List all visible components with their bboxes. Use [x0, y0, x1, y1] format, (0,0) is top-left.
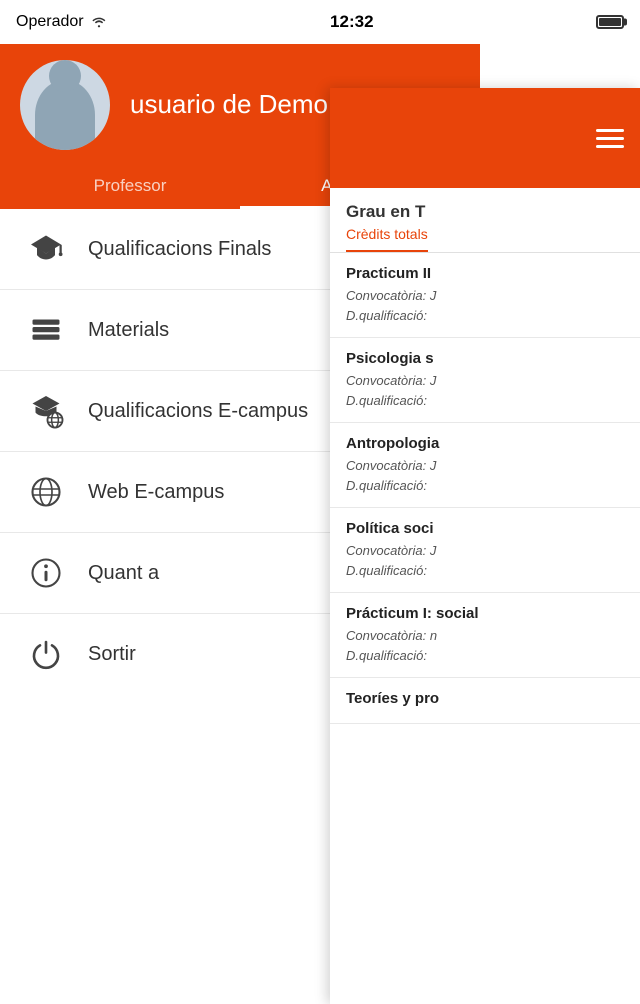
- info-circle-icon: [24, 551, 68, 595]
- panel-subtitle: Crèdits totals: [346, 226, 428, 252]
- course-convocatoria: Convocatòria: n: [346, 626, 624, 646]
- course-convocatoria: Convocatòria: J: [346, 371, 624, 391]
- course-item-practicum-ii[interactable]: Practicum II Convocatòria: J D.qualifica…: [330, 253, 640, 338]
- course-name: Prácticum I: social: [346, 605, 624, 622]
- course-name: Teoríes y pro: [346, 690, 624, 707]
- sortir-label: Sortir: [88, 643, 136, 666]
- course-dqualificacio: D.qualificació:: [346, 476, 624, 496]
- course-item-politica[interactable]: Política soci Convocatòria: J D.qualific…: [330, 508, 640, 593]
- books-icon: [24, 308, 68, 352]
- graduation-globe-icon: [24, 389, 68, 433]
- wifi-icon: [90, 14, 108, 31]
- avatar: [20, 60, 110, 150]
- operator-label: Operador: [16, 13, 84, 31]
- status-left: Operador: [16, 13, 108, 31]
- course-convocatoria: Convocatòria: J: [346, 456, 624, 476]
- battery-icon: [596, 15, 624, 29]
- course-dqualificacio: D.qualificació:: [346, 306, 624, 326]
- right-panel: Grau en T Crèdits totals Practicum II Co…: [330, 88, 640, 1004]
- panel-title: Grau en T: [346, 202, 624, 222]
- course-dqualificacio: D.qualificació:: [346, 391, 624, 411]
- user-name: usuario de Demo: [130, 89, 328, 120]
- course-name: Política soci: [346, 520, 624, 537]
- course-name: Antropologia: [346, 435, 624, 452]
- course-convocatoria: Convocatòria: J: [346, 541, 624, 561]
- quant-a-label: Quant a: [88, 562, 159, 585]
- course-name: Practicum II: [346, 265, 624, 282]
- status-bar: Operador 12:32: [0, 0, 640, 44]
- hamburger-menu-button[interactable]: [596, 129, 624, 148]
- status-right: [596, 15, 624, 29]
- course-dqualificacio: D.qualificació:: [346, 646, 624, 666]
- panel-title-section: Grau en T Crèdits totals: [330, 188, 640, 253]
- course-name: Psicologia s: [346, 350, 624, 367]
- course-item-psicologia[interactable]: Psicologia s Convocatòria: J D.qualifica…: [330, 338, 640, 423]
- right-panel-content: Grau en T Crèdits totals Practicum II Co…: [330, 188, 640, 1004]
- qualificacions-ecampus-label: Qualificacions E-campus: [88, 400, 308, 423]
- qualificacions-finals-label: Qualificacions Finals: [88, 238, 271, 261]
- tab-professor[interactable]: Professor: [20, 166, 240, 209]
- graduation-cap-icon: [24, 227, 68, 271]
- course-item-antropologia[interactable]: Antropologia Convocatòria: J D.qualifica…: [330, 423, 640, 508]
- course-item-practicum-i[interactable]: Prácticum I: social Convocatòria: n D.qu…: [330, 593, 640, 678]
- power-icon: [24, 632, 68, 676]
- course-item-theories[interactable]: Teoríes y pro: [330, 678, 640, 724]
- web-ecampus-label: Web E-campus: [88, 481, 224, 504]
- course-dqualificacio: D.qualificació:: [346, 561, 624, 581]
- course-convocatoria: Convocatòria: J: [346, 286, 624, 306]
- globe-icon: [24, 470, 68, 514]
- status-time: 12:32: [330, 12, 373, 32]
- right-panel-header: [330, 88, 640, 188]
- materials-label: Materials: [88, 319, 169, 342]
